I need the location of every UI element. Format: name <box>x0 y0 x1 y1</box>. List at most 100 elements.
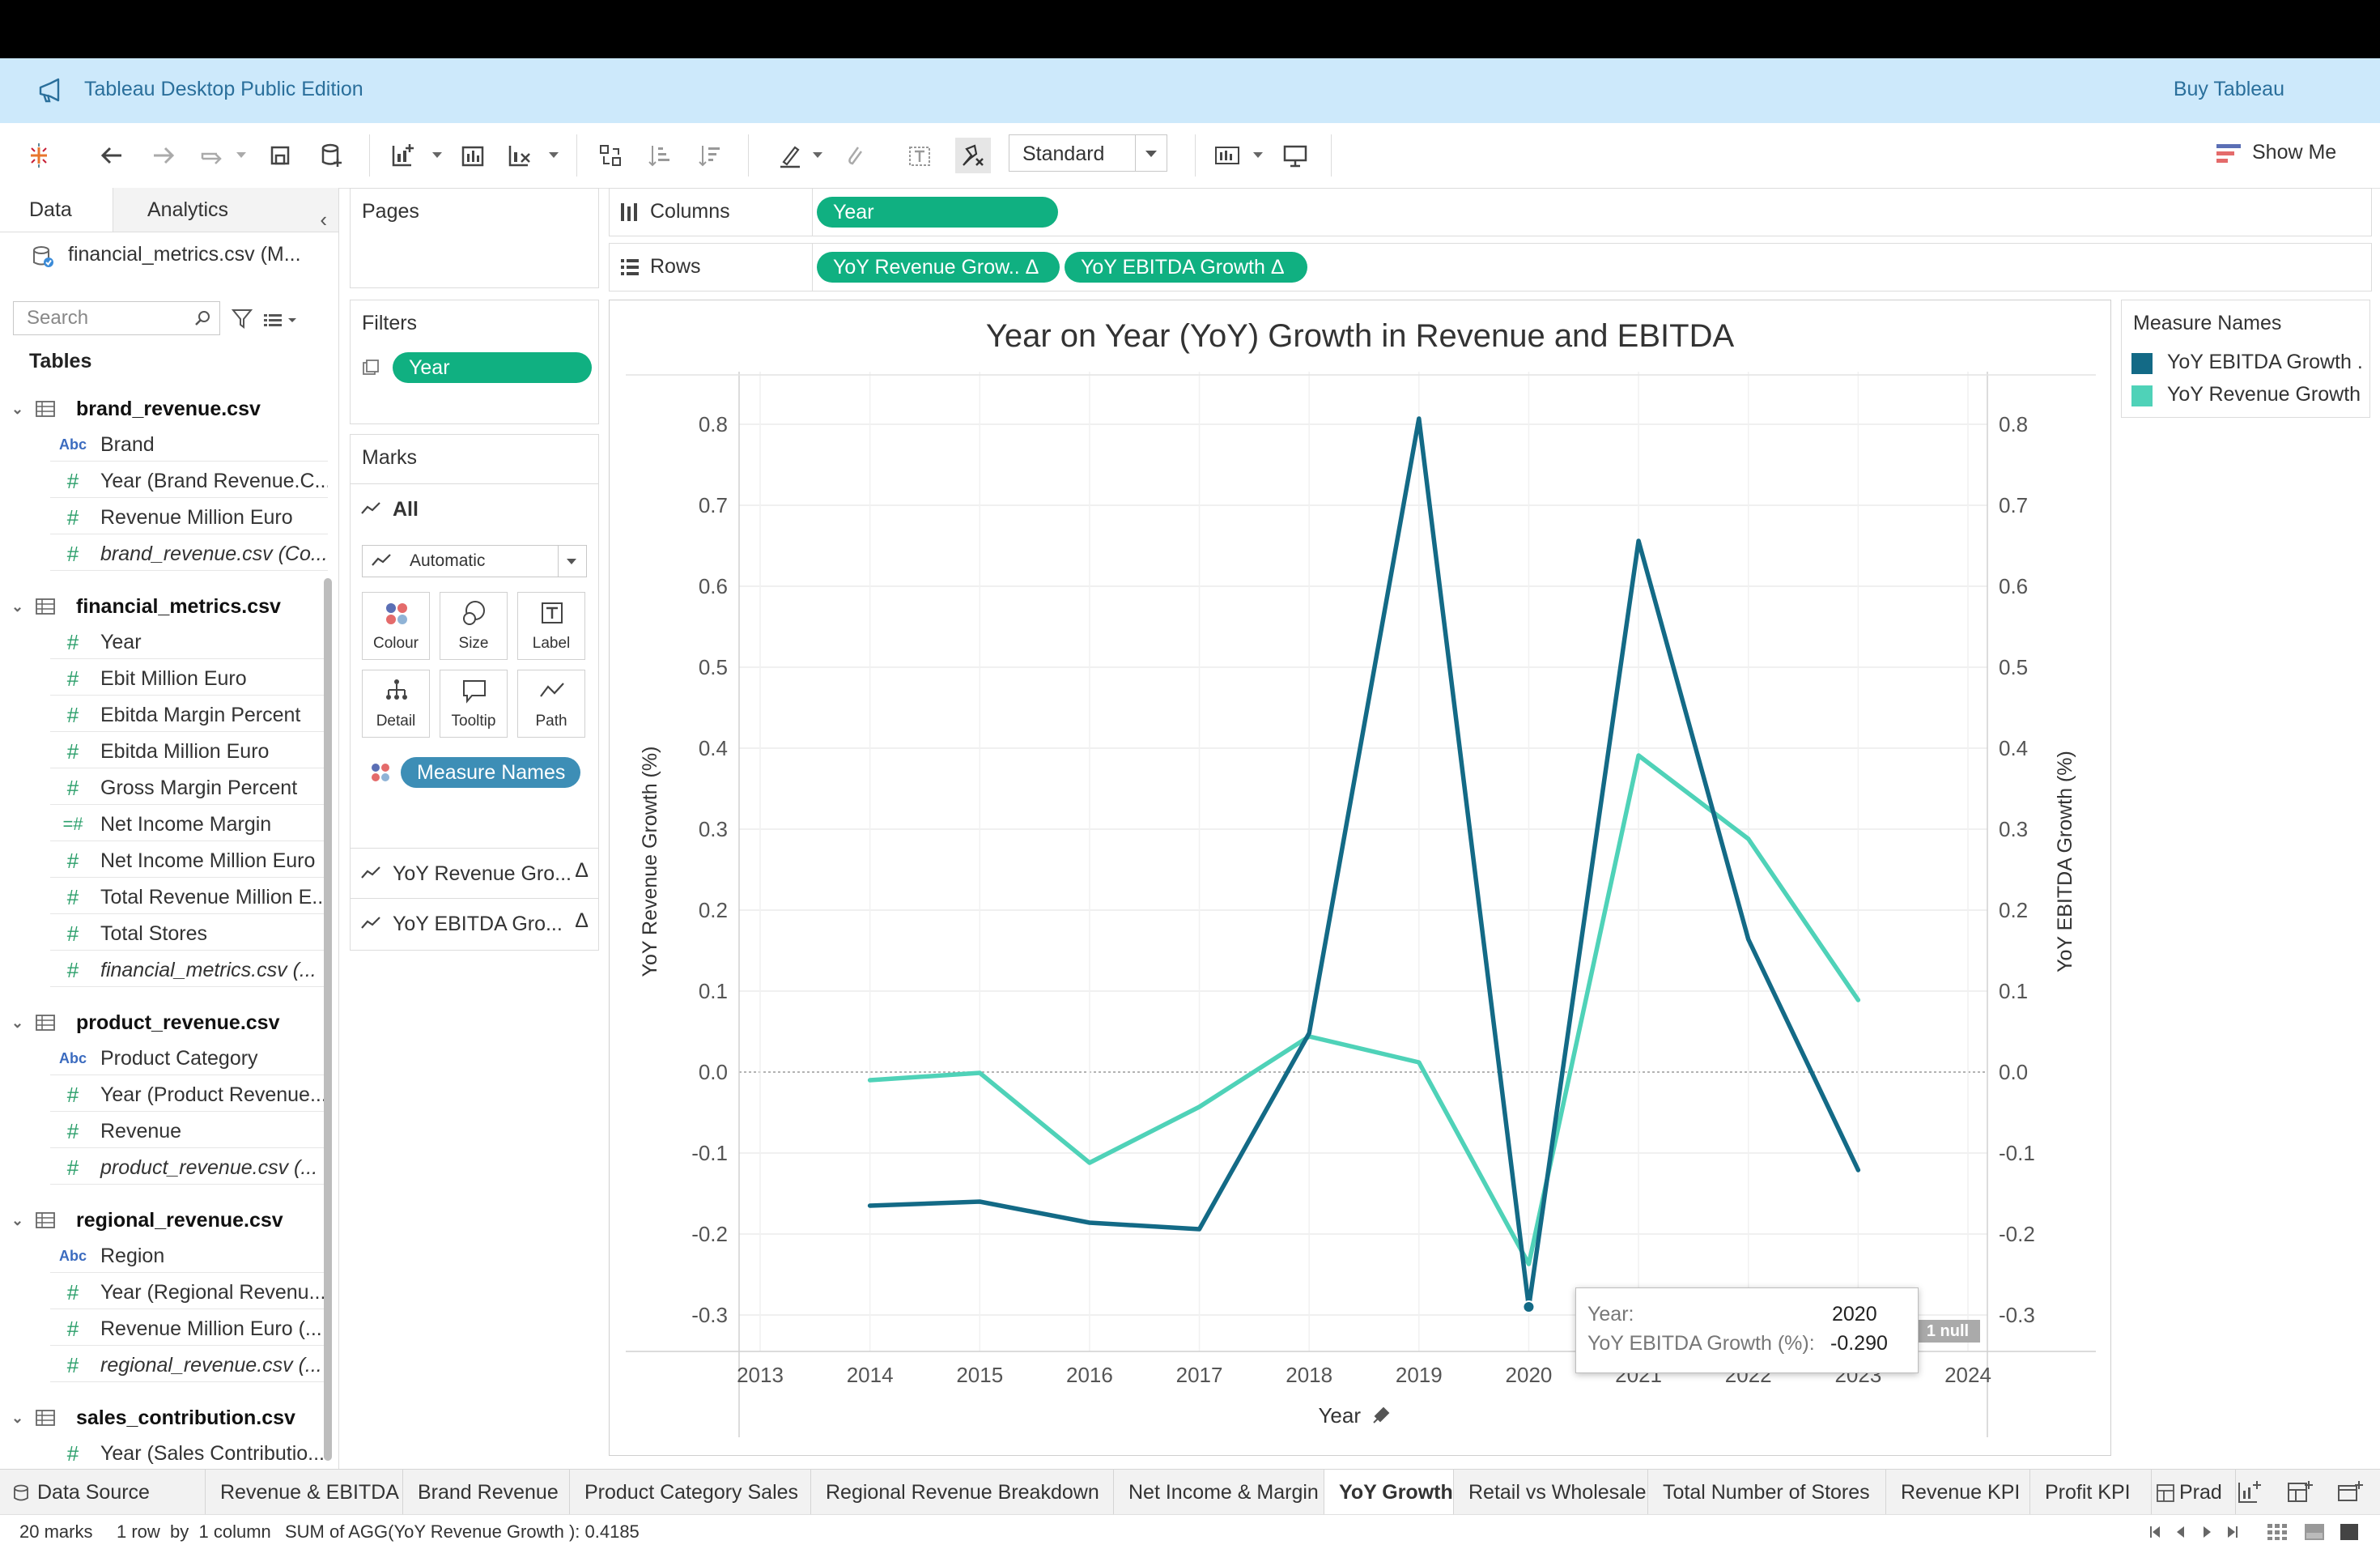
data-pane-scrollbar[interactable] <box>324 578 332 1461</box>
show-cards-dropdown-icon[interactable] <box>1253 152 1263 158</box>
tab-revenue-ebitda[interactable]: Revenue & EBITDA <box>206 1470 403 1515</box>
tab-regional-revenue-breakdown[interactable]: Regional Revenue Breakdown <box>811 1470 1114 1515</box>
duplicate-sheet-icon[interactable] <box>455 138 491 173</box>
columns-pill-year[interactable]: Year <box>817 197 1058 228</box>
new-story-tab-icon[interactable] <box>2336 1479 2364 1505</box>
field-item[interactable]: # Net Income Million Euro <box>0 844 328 878</box>
columns-shelf[interactable]: Columns Year <box>609 188 2372 236</box>
tab-prad[interactable]: Prad <box>2152 1470 2236 1515</box>
redo-icon[interactable] <box>194 138 230 173</box>
marks-card-ebitda-row[interactable]: YoY EBITDA Gro... Δ <box>351 898 598 949</box>
table-item[interactable]: ⌄ brand_revenue.csv <box>0 392 328 426</box>
field-item[interactable]: Abc Brand <box>0 428 328 462</box>
tab-total-number-of-stores[interactable]: Total Number of Stores <box>1648 1470 1886 1515</box>
chart-view[interactable]: Year on Year (YoY) Growth in Revenue and… <box>609 300 2111 1456</box>
field-item[interactable]: # Gross Margin Percent <box>0 771 328 805</box>
presentation-mode-icon[interactable] <box>1277 138 1313 173</box>
tab-brand-revenue[interactable]: Brand Revenue <box>403 1470 570 1515</box>
chevron-down-icon[interactable] <box>1135 135 1167 171</box>
field-item[interactable]: # Year (Regional Revenu... <box>0 1275 328 1309</box>
mark-type-select[interactable]: Automatic <box>362 545 587 577</box>
new-worksheet-dropdown-icon[interactable] <box>432 152 442 158</box>
table-item[interactable]: ⌄ regional_revenue.csv <box>0 1203 328 1237</box>
new-worksheet-tab-icon[interactable] <box>2236 1479 2263 1505</box>
field-item[interactable]: # Year (Product Revenue... <box>0 1078 328 1112</box>
field-item[interactable]: # financial_metrics.csv (... <box>0 953 328 987</box>
field-item[interactable]: # Revenue <box>0 1114 328 1148</box>
tab-profit-kpi[interactable]: Profit KPI <box>2030 1470 2152 1515</box>
field-item[interactable]: # Year (Sales Contributio... <box>0 1436 328 1470</box>
sort-descending-icon[interactable] <box>693 138 729 173</box>
new-datasource-icon[interactable] <box>314 138 350 173</box>
show-sheet-sorter-icon[interactable] <box>2340 1523 2359 1541</box>
show-tabs-icon[interactable] <box>2304 1523 2325 1541</box>
field-item[interactable]: # Year <box>0 625 328 659</box>
tooltip-button[interactable]: Tooltip <box>440 670 508 738</box>
tableau-logo-icon[interactable] <box>21 138 57 173</box>
forward-arrow-icon[interactable] <box>146 138 181 173</box>
swap-rows-columns-icon[interactable] <box>593 138 628 173</box>
field-item[interactable]: # Revenue Million Euro <box>0 500 328 534</box>
tab-yoy-growth[interactable]: YoY Growth <box>1324 1470 1454 1515</box>
marks-card-revenue-row[interactable]: YoY Revenue Gro... Δ <box>351 848 598 899</box>
field-item[interactable]: # regional_revenue.csv (... <box>0 1348 328 1382</box>
field-item[interactable]: # Ebitda Margin Percent <box>0 698 328 732</box>
caret-down-icon[interactable]: ⌄ <box>11 1006 23 1040</box>
back-arrow-icon[interactable] <box>94 138 130 173</box>
null-indicator[interactable]: 1 null <box>1915 1320 1980 1343</box>
field-item[interactable]: # Total Revenue Million E... <box>0 880 328 914</box>
buy-tableau-link[interactable]: Buy Tableau <box>2174 78 2284 101</box>
clear-sheet-icon[interactable] <box>502 138 538 173</box>
collapse-pane-icon[interactable]: ‹ <box>320 198 327 241</box>
field-item[interactable]: # Ebit Million Euro <box>0 662 328 696</box>
tab-net-income-margin[interactable]: Net Income & Margin <box>1114 1470 1324 1515</box>
sort-ascending-icon[interactable] <box>643 138 678 173</box>
caret-down-icon[interactable]: ⌄ <box>11 589 23 623</box>
redo-dropdown-icon[interactable] <box>236 152 246 158</box>
datasource-item[interactable]: financial_metrics.csv (M... <box>31 243 301 267</box>
search-input[interactable]: Search <box>13 301 220 335</box>
caret-down-icon[interactable]: ⌄ <box>11 392 23 426</box>
highlight-pen-icon[interactable] <box>772 138 808 173</box>
tab-data-source[interactable]: Data Source <box>0 1470 206 1515</box>
field-item[interactable]: # product_revenue.csv (... <box>0 1151 328 1185</box>
field-item[interactable]: # Total Stores <box>0 917 328 951</box>
save-icon[interactable] <box>262 138 298 173</box>
marks-all-row[interactable]: All <box>351 483 598 534</box>
field-item[interactable]: Abc Product Category <box>0 1041 328 1075</box>
clear-sheet-dropdown-icon[interactable] <box>549 152 559 158</box>
show-filmstrip-icon[interactable] <box>2267 1523 2288 1541</box>
field-item[interactable]: # brand_revenue.csv (Co... <box>0 537 328 571</box>
tab-product-category-sales[interactable]: Product Category Sales <box>570 1470 811 1515</box>
filter-pill-year[interactable]: Year <box>393 352 592 383</box>
chevron-down-icon[interactable] <box>558 546 586 577</box>
legend-item-ebitda[interactable]: YoY EBITDA Growth .. <box>2131 351 2361 375</box>
legend-item-revenue[interactable]: YoY Revenue Growth.. <box>2131 383 2361 407</box>
show-labels-icon[interactable] <box>902 138 937 173</box>
rows-pill-revenue[interactable]: YoY Revenue Grow.. Δ <box>817 252 1060 283</box>
field-item[interactable]: =# Net Income Margin <box>0 807 328 841</box>
rows-shelf[interactable]: Rows YoY Revenue Grow.. Δ YoY EBITDA Gro… <box>609 243 2372 292</box>
new-worksheet-icon[interactable] <box>385 138 421 173</box>
colour-button[interactable]: Colour <box>362 592 430 660</box>
size-button[interactable]: Size <box>440 592 508 660</box>
chart-canvas[interactable]: -0.3 -0.3 -0.2 -0.2 -0.1 -0.1 0.0 0.0 0.1 0.1 0.2 0… <box>610 300 2110 1455</box>
field-item[interactable]: # Ebitda Million Euro <box>0 734 328 768</box>
field-item[interactable]: # Revenue Million Euro (... <box>0 1312 328 1346</box>
tab-retail-vs-wholesale[interactable]: Retail vs Wholesale <box>1454 1470 1648 1515</box>
fix-axes-icon[interactable] <box>955 138 991 173</box>
table-item[interactable]: ⌄ sales_contribution.csv <box>0 1401 328 1435</box>
sheet-navigation-icon[interactable] <box>2148 1525 2250 1539</box>
group-members-icon[interactable] <box>837 138 873 173</box>
filter-icon[interactable] <box>230 306 254 330</box>
show-me-button[interactable]: Show Me <box>2216 141 2336 164</box>
caret-down-icon[interactable]: ⌄ <box>11 1203 23 1237</box>
table-item[interactable]: ⌄ financial_metrics.csv <box>0 589 328 623</box>
new-dashboard-tab-icon[interactable] <box>2286 1479 2314 1505</box>
caret-down-icon[interactable]: ⌄ <box>11 1401 23 1435</box>
tab-analytics[interactable]: Analytics ‹ <box>113 188 338 232</box>
field-item[interactable]: Abc Region <box>0 1239 328 1273</box>
view-options-icon[interactable] <box>264 313 296 329</box>
tab-data[interactable]: Data <box>0 188 113 232</box>
tab-revenue-kpi[interactable]: Revenue KPI <box>1886 1470 2030 1515</box>
